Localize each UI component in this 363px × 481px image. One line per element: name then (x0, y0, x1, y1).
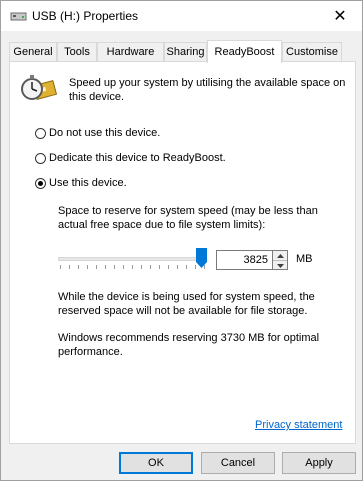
readyboost-description: Speed up your system by utilising the av… (69, 77, 346, 103)
tab-label: Hardware (106, 46, 155, 58)
button-label: Cancel (220, 457, 256, 469)
readyboost-icon (21, 75, 58, 100)
spin-down-button[interactable] (273, 261, 287, 270)
button-label: OK (148, 457, 164, 469)
radio-button[interactable] (35, 152, 46, 164)
tab-readyboost[interactable]: ReadyBoost (207, 40, 282, 63)
radio-button-selected[interactable] (35, 177, 46, 189)
tab-label: Tools (64, 46, 90, 58)
radio-label: Dedicate this device to ReadyBoost. (49, 152, 226, 164)
close-button[interactable]: ✕ (318, 1, 362, 31)
reserve-size-stepper (273, 250, 288, 270)
reserve-space-label: Space to reserve for system speed (may b… (58, 205, 318, 231)
tab-label: Sharing (166, 46, 205, 58)
tab-hardware[interactable]: Hardware (97, 42, 164, 61)
title-bar: USB (H:) Properties ✕ (1, 1, 362, 31)
button-label: Apply (305, 457, 333, 469)
usb-drive-icon (10, 12, 27, 21)
tab-label: Customise (286, 46, 338, 58)
unit-label: MB (296, 253, 313, 265)
tab-label: ReadyBoost (214, 46, 275, 58)
tab-customise[interactable]: Customise (282, 42, 342, 61)
chevron-up-icon (276, 253, 284, 258)
slider-ticks (60, 265, 205, 269)
usage-note: While the device is being used for syste… (58, 291, 315, 317)
radio-use-device[interactable]: Use this device. (35, 177, 127, 189)
radio-button[interactable] (35, 127, 46, 139)
tab-strip: General Tools Hardware Sharing ReadyBoos… (9, 40, 357, 63)
properties-window: USB (H:) Properties ✕ General Tools Hard… (0, 0, 363, 481)
window-title: USB (H:) Properties (32, 9, 139, 23)
close-icon: ✕ (333, 8, 347, 25)
radio-label: Use this device. (49, 177, 127, 189)
reserve-slider-thumb[interactable] (196, 248, 207, 268)
tab-label: General (13, 46, 53, 58)
chevron-down-icon (276, 263, 284, 268)
apply-button[interactable]: Apply (282, 452, 356, 474)
tab-sharing[interactable]: Sharing (164, 42, 207, 61)
reserve-size-input[interactable] (216, 250, 273, 270)
radio-dedicate[interactable]: Dedicate this device to ReadyBoost. (35, 152, 226, 164)
tab-general[interactable]: General (9, 42, 57, 61)
recommendation-text: Windows recommends reserving 3730 MB for… (58, 332, 320, 358)
privacy-statement-link[interactable]: Privacy statement (255, 419, 342, 431)
ok-button[interactable]: OK (119, 452, 193, 474)
spin-up-button[interactable] (273, 251, 287, 261)
reserve-slider-track[interactable] (58, 257, 204, 261)
radio-label: Do not use this device. (49, 127, 161, 139)
tab-tools[interactable]: Tools (57, 42, 97, 61)
cancel-button[interactable]: Cancel (201, 452, 275, 474)
radio-do-not-use[interactable]: Do not use this device. (35, 127, 160, 139)
